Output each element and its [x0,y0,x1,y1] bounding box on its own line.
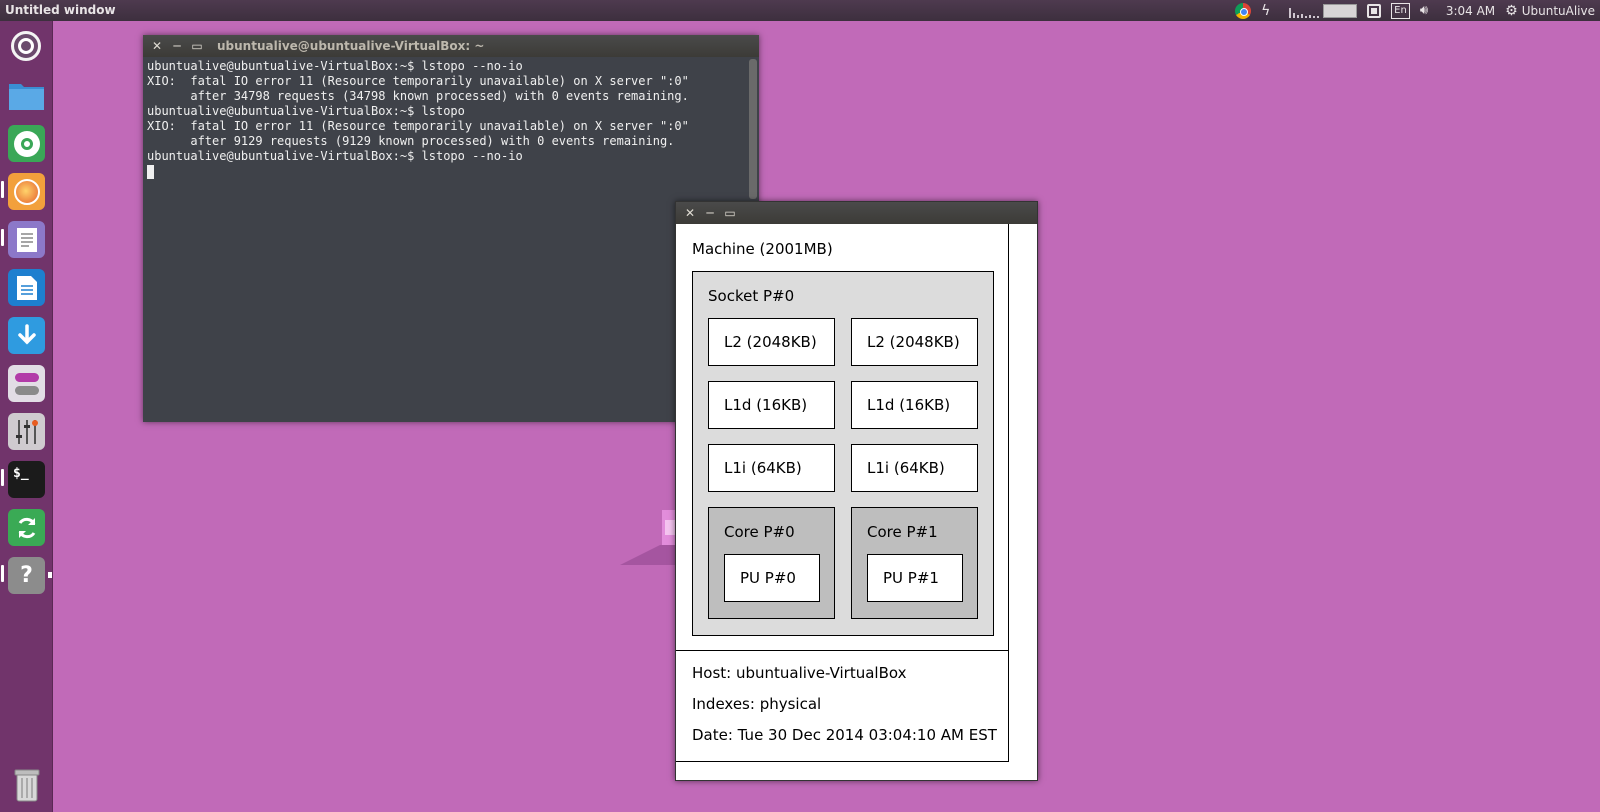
l1i-cache-box: L1i (64KB) [851,444,978,492]
writer-icon [16,275,37,300]
clock[interactable]: 3:04 AM [1441,0,1500,21]
pu-box: PU P#1 [867,554,963,602]
lstopo-window[interactable]: ✕ ─ ▭ Machine (2001MB) Socket P#0 L2 (20… [675,201,1038,781]
minimize-icon[interactable]: ─ [167,39,187,53]
terminal-line: ubuntualive@ubuntualive-VirtualBox:~$ ls… [147,59,523,73]
user-name: UbuntuAlive [1521,3,1595,18]
mixer-icon [15,419,38,444]
system-monitor-indicator[interactable] [1282,0,1362,21]
terminal-line: ubuntualive@ubuntualive-VirtualBox:~$ ls… [147,104,465,118]
terminal-line: after 9129 requests (9129 known processe… [147,134,675,148]
l1d-cache-label: L1d (16KB) [867,396,951,414]
minimize-icon[interactable]: ─ [700,206,720,220]
trash-icon [14,769,39,801]
pu-label: PU P#1 [883,569,939,587]
system-tray: ϟ En 🔊︎ 3:04 AM ⚙ UbuntuAlive [1230,0,1600,21]
desktop-decoration [620,510,680,565]
terminal-line: XIO: fatal IO error 11 (Resource tempora… [147,119,689,133]
cpu-graph-icon [1287,4,1321,18]
topology-canvas: Machine (2001MB) Socket P#0 L2 (2048KB) … [676,224,1037,780]
toggle-icon [14,372,39,395]
terminal-line: XIO: fatal IO error 11 (Resource tempora… [147,74,689,88]
l1d-cache-box: L1d (16KB) [708,381,835,429]
keyboard-layout: En [1391,2,1410,19]
gear-icon: ⚙ [1505,2,1518,19]
launcher-arrow [48,572,52,578]
terminal-line: after 34798 requests (34798 known proces… [147,89,689,103]
terminal-output[interactable]: ubuntualive@ubuntualive-VirtualBox:~$ ls… [143,57,749,422]
settings-launcher[interactable] [8,365,45,402]
l1i-cache-label: L1i (64KB) [867,459,945,477]
l2-cache-box: L2 (2048KB) [708,318,835,366]
close-icon[interactable]: ✕ [147,39,167,53]
firefox-icon [13,178,40,205]
host-label: Host: ubuntualive-VirtualBox [692,664,907,682]
terminal-running-pip [1,469,4,486]
terminal-icon: $_ [13,466,29,481]
terminal-titlebar[interactable]: ✕ ─ ▭ ubuntualive@ubuntualive-VirtualBox… [143,35,759,57]
terminal-scrollbar[interactable] [749,59,757,199]
ubuntu-dash-button[interactable] [11,31,41,61]
pu-label: PU P#0 [740,569,796,587]
folder-icon [9,83,44,110]
text-editor-launcher[interactable] [8,221,45,258]
core-label: Core P#1 [867,523,938,541]
date-label: Date: Tue 30 Dec 2014 03:04:10 AM EST [692,726,997,744]
l1d-cache-box: L1d (16KB) [851,381,978,429]
chrome-icon [1235,2,1252,19]
terminal-line: ubuntualive@ubuntualive-VirtualBox:~$ ls… [147,149,523,163]
maximize-icon[interactable]: ▭ [720,206,740,220]
help-running-pip [1,565,4,582]
help-launcher[interactable]: ? [8,557,45,594]
keyboard-indicator[interactable]: En [1386,0,1415,21]
l2-cache-label: L2 (2048KB) [867,333,960,351]
chrome-icon [13,130,40,157]
l1i-cache-label: L1i (64KB) [724,459,802,477]
terminal-launcher[interactable]: $_ [8,461,45,498]
terminal-window[interactable]: ✕ ─ ▭ ubuntualive@ubuntualive-VirtualBox… [143,35,759,422]
lstopo-titlebar[interactable]: ✕ ─ ▭ [676,202,1037,224]
chrome-indicator[interactable] [1230,0,1256,21]
files-launcher[interactable] [8,76,45,113]
firefox-running-pip [1,181,4,198]
sync-icon [18,517,35,538]
terminal-cursor [147,164,154,179]
volume-icon: 🔊︎ [1419,2,1429,18]
session-indicator[interactable]: ⚙ UbuntuAlive [1500,0,1600,21]
l1i-cache-box: L1i (64KB) [708,444,835,492]
document-icon [16,227,37,252]
sound-indicator[interactable]: 🔊︎ [1415,0,1441,21]
l2-cache-label: L2 (2048KB) [724,333,817,351]
download-icon [17,323,36,344]
maximize-icon[interactable]: ▭ [187,39,207,53]
trash-launcher[interactable] [8,766,45,803]
updater-launcher[interactable] [8,509,45,546]
l2-cache-box: L2 (2048KB) [851,318,978,366]
download-launcher[interactable] [8,317,45,354]
terminal-title: ubuntualive@ubuntualive-VirtualBox: ~ [217,39,485,53]
lightning-icon: ϟ [1261,2,1271,19]
help-icon: ? [20,563,33,588]
editor-running-pip [1,229,4,246]
chrome-launcher[interactable] [8,125,45,162]
memory-graph-icon [1323,3,1358,18]
firefox-launcher[interactable] [8,173,45,210]
launcher: $_ ? [0,21,53,812]
pu-box: PU P#0 [724,554,820,602]
close-icon[interactable]: ✕ [680,206,700,220]
core-label: Core P#0 [724,523,795,541]
writer-launcher[interactable] [8,269,45,306]
window-title: Untitled window [5,3,116,17]
sync-indicator[interactable]: ϟ [1256,0,1282,21]
top-panel: Untitled window ϟ En 🔊︎ 3:04 AM ⚙ Ubuntu… [0,0,1600,21]
mixer-launcher[interactable] [8,413,45,450]
screen-indicator[interactable] [1362,0,1386,21]
socket-label: Socket P#0 [708,287,795,305]
l1d-cache-label: L1d (16KB) [724,396,808,414]
indexes-label: Indexes: physical [692,695,822,713]
machine-label: Machine (2001MB) [692,240,833,258]
screen-icon [1367,3,1382,18]
